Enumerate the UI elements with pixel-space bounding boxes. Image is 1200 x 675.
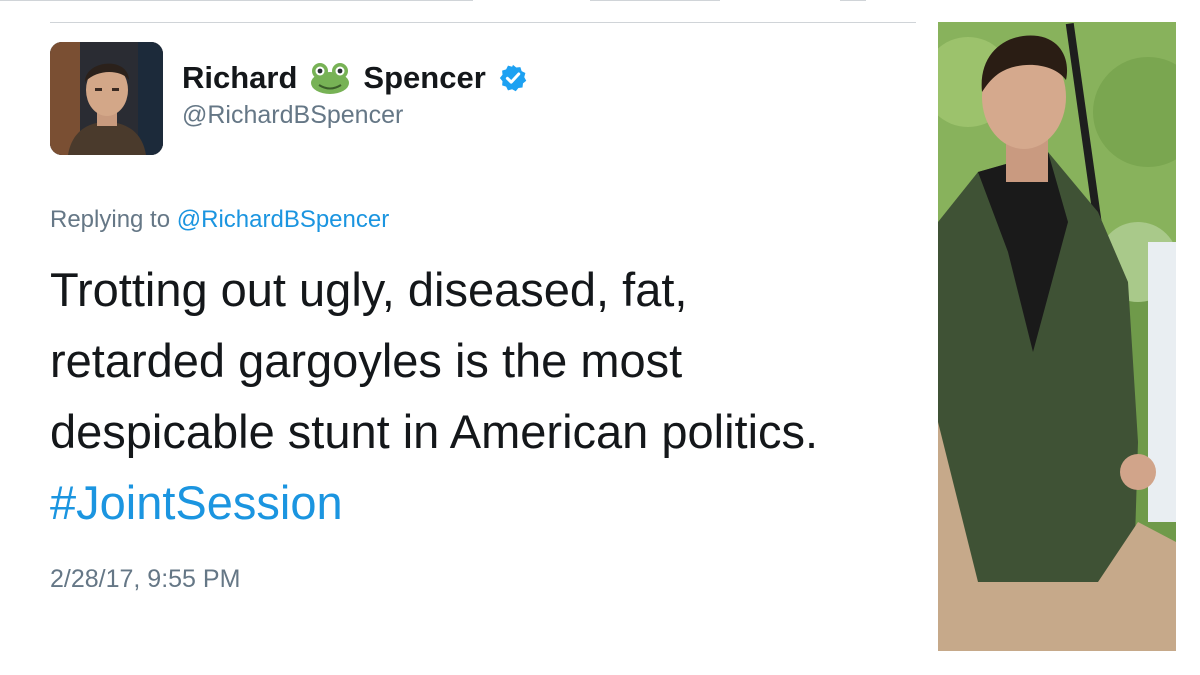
top-divider: [50, 22, 916, 23]
tweet-text-line: Trotting out ugly, diseased, fat,: [50, 263, 688, 316]
tweet-timestamp[interactable]: 2/28/17, 9:55 PM: [50, 565, 240, 594]
replying-to: Replying to @RichardBSpencer: [50, 206, 389, 234]
tweet-body: Trotting out ugly, diseased, fat, retard…: [50, 254, 910, 538]
bottom-divider: [0, 0, 866, 1]
display-name-last[interactable]: Spencer: [363, 60, 485, 96]
frog-emoji-icon: [309, 61, 351, 95]
tweet-text-line: retarded gargoyles is the most: [50, 334, 683, 387]
user-handle[interactable]: @RichardBSpencer: [182, 101, 403, 130]
display-name-first[interactable]: Richard: [182, 60, 297, 96]
hashtag-link[interactable]: #JointSession: [50, 467, 910, 538]
avatar-image: [50, 42, 163, 155]
replying-prefix: Replying to: [50, 206, 171, 233]
person-photo: [938, 22, 1176, 651]
verified-badge-icon: [498, 63, 528, 93]
profile-avatar[interactable]: [50, 42, 163, 155]
person-photo-image: [938, 22, 1176, 651]
display-name-row[interactable]: Richard Spencer: [182, 58, 528, 98]
replying-handle-link[interactable]: @RichardBSpencer: [177, 206, 389, 233]
tweet-text-line: despicable stunt in American politics.: [50, 405, 819, 458]
